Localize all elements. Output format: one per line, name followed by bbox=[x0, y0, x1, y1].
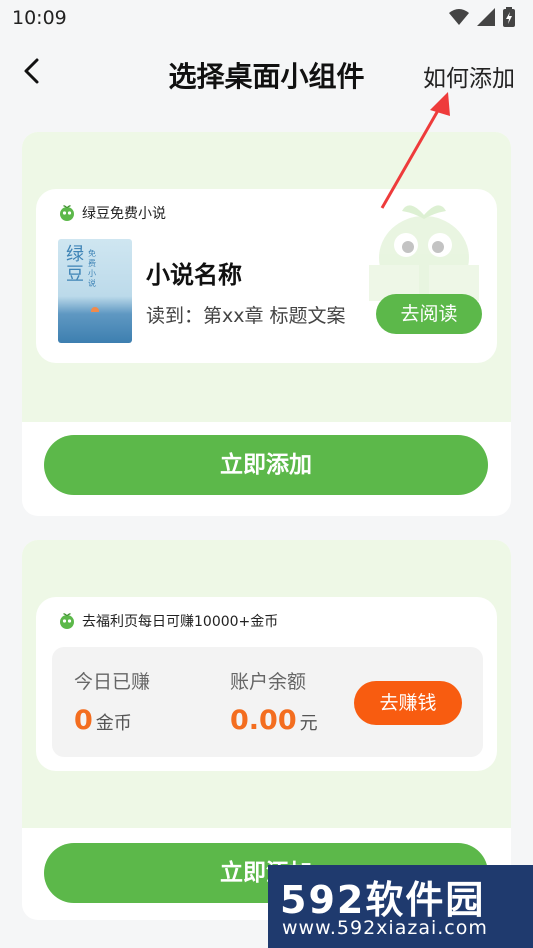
widget-app-header: 去福利页每日可赚10000+金币 bbox=[58, 611, 278, 631]
widget-card-reading: 绿豆免费小说 绿豆 免费小说 小说名称 读到：第xx章 标题文案 去阅读 立即添… bbox=[22, 132, 511, 516]
today-earned-unit: 金币 bbox=[95, 713, 132, 734]
today-earned-value: 0 金币 bbox=[74, 705, 132, 736]
battery-icon bbox=[503, 7, 515, 27]
widget-app-header: 绿豆免费小说 bbox=[58, 203, 166, 223]
watermark-url: www.592xiazai.com bbox=[282, 917, 488, 939]
app-logo-icon bbox=[60, 205, 74, 221]
nav-bar: 选择桌面小组件 如何添加 bbox=[0, 44, 533, 104]
widget-app-name: 绿豆免费小说 bbox=[82, 206, 166, 222]
watermark-brand: 592软件园 bbox=[280, 878, 486, 922]
wifi-icon bbox=[449, 9, 469, 25]
mascot-watermark-icon bbox=[369, 205, 479, 301]
widget-card-earnings: 去福利页每日可赚10000+金币 今日已赚 0 金币 账户余额 0.00 元 去… bbox=[22, 540, 511, 920]
go-read-button[interactable]: 去阅读 bbox=[376, 294, 482, 334]
read-progress: 读到：第xx章 标题文案 bbox=[146, 305, 346, 327]
balance-label: 账户余额 bbox=[230, 671, 307, 693]
cover-subtitle: 免费小说 bbox=[88, 249, 96, 288]
book-cover: 绿豆 免费小说 bbox=[58, 239, 132, 343]
status-time: 10:09 bbox=[12, 7, 67, 29]
status-bar: 10:09 bbox=[0, 0, 533, 36]
balance-number: 0.00 bbox=[230, 705, 297, 736]
balance-unit: 元 bbox=[299, 713, 318, 734]
app-logo-icon bbox=[60, 613, 74, 629]
how-to-add-link[interactable]: 如何添加 bbox=[423, 59, 515, 93]
signal-icon bbox=[477, 8, 495, 26]
cover-title: 绿豆 bbox=[66, 244, 84, 285]
site-watermark: 592软件园 www.592xiazai.com bbox=[268, 865, 533, 948]
today-earned-number: 0 bbox=[74, 705, 93, 736]
add-widget-button[interactable]: 立即添加 bbox=[44, 435, 488, 495]
status-icons bbox=[449, 7, 515, 27]
earnings-widget-preview: 去福利页每日可赚10000+金币 今日已赚 0 金币 账户余额 0.00 元 去… bbox=[36, 597, 497, 771]
balance-value: 0.00 元 bbox=[230, 705, 318, 736]
book-name: 小说名称 bbox=[146, 261, 242, 289]
earnings-panel: 今日已赚 0 金币 账户余额 0.00 元 去赚钱 bbox=[52, 647, 483, 757]
today-earned-label: 今日已赚 bbox=[74, 671, 151, 693]
cover-sun-icon bbox=[91, 307, 99, 312]
widget-app-name: 去福利页每日可赚10000+金币 bbox=[82, 614, 279, 630]
go-earn-button[interactable]: 去赚钱 bbox=[354, 681, 462, 725]
reading-widget-preview: 绿豆免费小说 绿豆 免费小说 小说名称 读到：第xx章 标题文案 去阅读 bbox=[36, 189, 497, 363]
